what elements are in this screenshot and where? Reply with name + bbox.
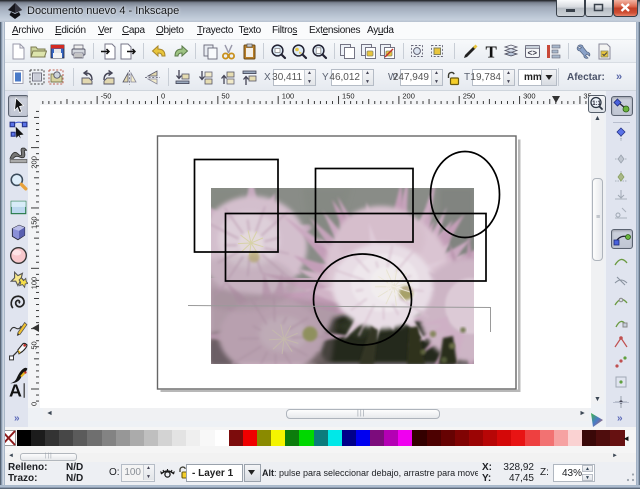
svg-text:-50: -50	[101, 92, 112, 101]
svg-text:200: 200	[402, 92, 415, 101]
svg-text:1:1: 1:1	[592, 101, 601, 107]
svg-text:0: 0	[30, 402, 39, 406]
svg-text:50: 50	[30, 341, 39, 349]
svg-text:100: 100	[282, 92, 295, 101]
svg-text:50: 50	[221, 92, 229, 101]
svg-text:100: 100	[30, 277, 39, 290]
svg-text:150: 150	[342, 92, 355, 101]
svg-text:150: 150	[30, 216, 39, 229]
svg-text:T: T	[485, 43, 497, 60]
svg-text:<>: <>	[527, 50, 537, 59]
svg-text:0: 0	[161, 92, 165, 101]
svg-text:A: A	[9, 381, 22, 400]
svg-text:300: 300	[523, 92, 536, 101]
svg-text:200: 200	[30, 156, 39, 169]
svg-text:250: 250	[463, 92, 476, 101]
